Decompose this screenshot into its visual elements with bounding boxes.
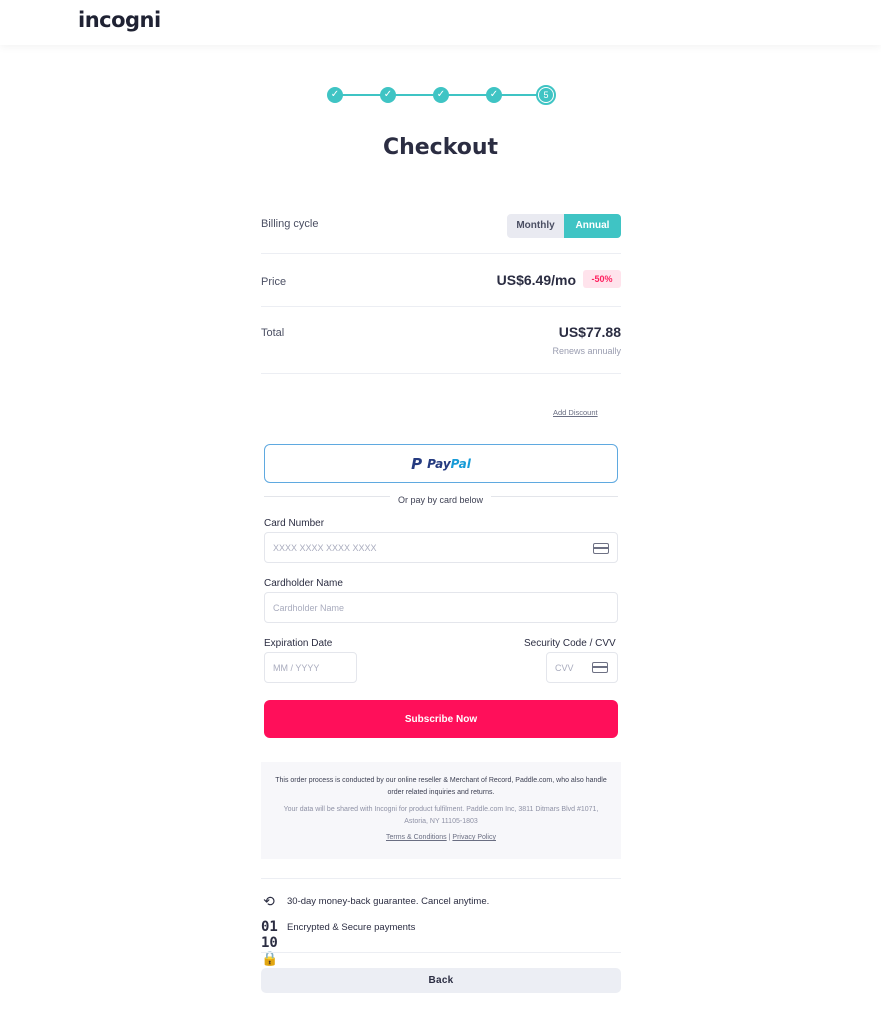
step-2-check-icon: ✓ — [380, 87, 396, 103]
secure-payments-feature: 01 10🔒 Encrypted & Secure payments — [261, 919, 416, 967]
total-value: US$77.88 — [558, 324, 621, 340]
price-value: US$6.49/mo — [496, 272, 576, 288]
cvv-card-icon — [592, 662, 608, 673]
top-bar: incogni — [0, 0, 881, 45]
cardholder-name-input[interactable] — [264, 592, 618, 623]
legal-links: Terms & Conditions | Privacy Policy — [275, 834, 607, 841]
paypal-button[interactable]: P PayPal — [264, 444, 618, 483]
card-icon — [593, 543, 609, 554]
step-1-check-icon: ✓ — [327, 87, 343, 103]
total-label: Total — [261, 327, 285, 339]
step-4-check-icon: ✓ — [486, 87, 502, 103]
legal-separator: | — [448, 834, 451, 841]
paypal-wordmark: PayPal — [427, 457, 471, 471]
step-5-number: 5 — [539, 88, 553, 102]
card-number-label: Card Number — [264, 518, 325, 529]
money-back-text: 30-day money-back guarantee. Cancel anyt… — [287, 895, 490, 907]
encrypted-lock-icon: 01 10🔒 — [261, 919, 279, 967]
billing-cycle-row: Billing cycle Monthly Annual — [261, 196, 621, 254]
step-3-check-icon: ✓ — [433, 87, 449, 103]
expiration-date-input[interactable] — [264, 652, 357, 683]
paypal-pay-text: Pay — [427, 456, 451, 471]
total-row: Total — [261, 307, 621, 374]
billing-cycle-toggle[interactable]: Monthly Annual — [507, 214, 621, 238]
terms-link[interactable]: Terms & Conditions — [386, 834, 447, 841]
billing-cycle-label: Billing cycle — [261, 218, 319, 230]
privacy-policy-link[interactable]: Privacy Policy — [452, 834, 496, 841]
page-title: Checkout — [382, 135, 499, 160]
progress-stepper: ✓ ✓ ✓ ✓ 5 — [327, 85, 557, 105]
merchant-notice: This order process is conducted by our o… — [275, 777, 607, 796]
renews-text: Renews annually — [552, 346, 621, 356]
refresh-icon: ⟲ — [263, 893, 275, 909]
expiration-date-label: Expiration Date — [264, 638, 333, 649]
add-discount-link[interactable]: Add Discount — [553, 408, 598, 417]
cardholder-name-label: Cardholder Name — [264, 578, 343, 589]
back-button[interactable]: Back — [261, 968, 621, 993]
billing-annual-option[interactable]: Annual — [564, 214, 621, 238]
price-label: Price — [261, 276, 287, 288]
divider-text: Or pay by card below — [389, 495, 492, 505]
paypal-logo-icon: P — [411, 454, 423, 473]
order-summary: Billing cycle Monthly Annual Price US$6.… — [261, 196, 621, 374]
discount-badge: -50% — [583, 270, 621, 288]
step-5-current: 5 — [536, 85, 556, 105]
billing-monthly-option[interactable]: Monthly — [507, 214, 564, 238]
data-sharing-notice: Your data will be shared with Incogni fo… — [283, 806, 599, 825]
paypal-pal-text: Pal — [450, 456, 471, 471]
secure-payments-text: Encrypted & Secure payments — [287, 921, 416, 933]
incogni-logo[interactable]: incogni — [78, 8, 161, 32]
money-back-feature: ⟲ 30-day money-back guarantee. Cancel an… — [261, 893, 489, 909]
divider-label: Or pay by card below — [0, 490, 881, 508]
separator-top — [261, 878, 621, 879]
card-number-input[interactable] — [264, 532, 618, 563]
cvv-label: Security Code / CVV — [524, 638, 616, 649]
separator-bottom — [261, 952, 621, 953]
subscribe-now-button[interactable]: Subscribe Now — [264, 700, 618, 738]
legal-notice: This order process is conducted by our o… — [261, 762, 621, 859]
